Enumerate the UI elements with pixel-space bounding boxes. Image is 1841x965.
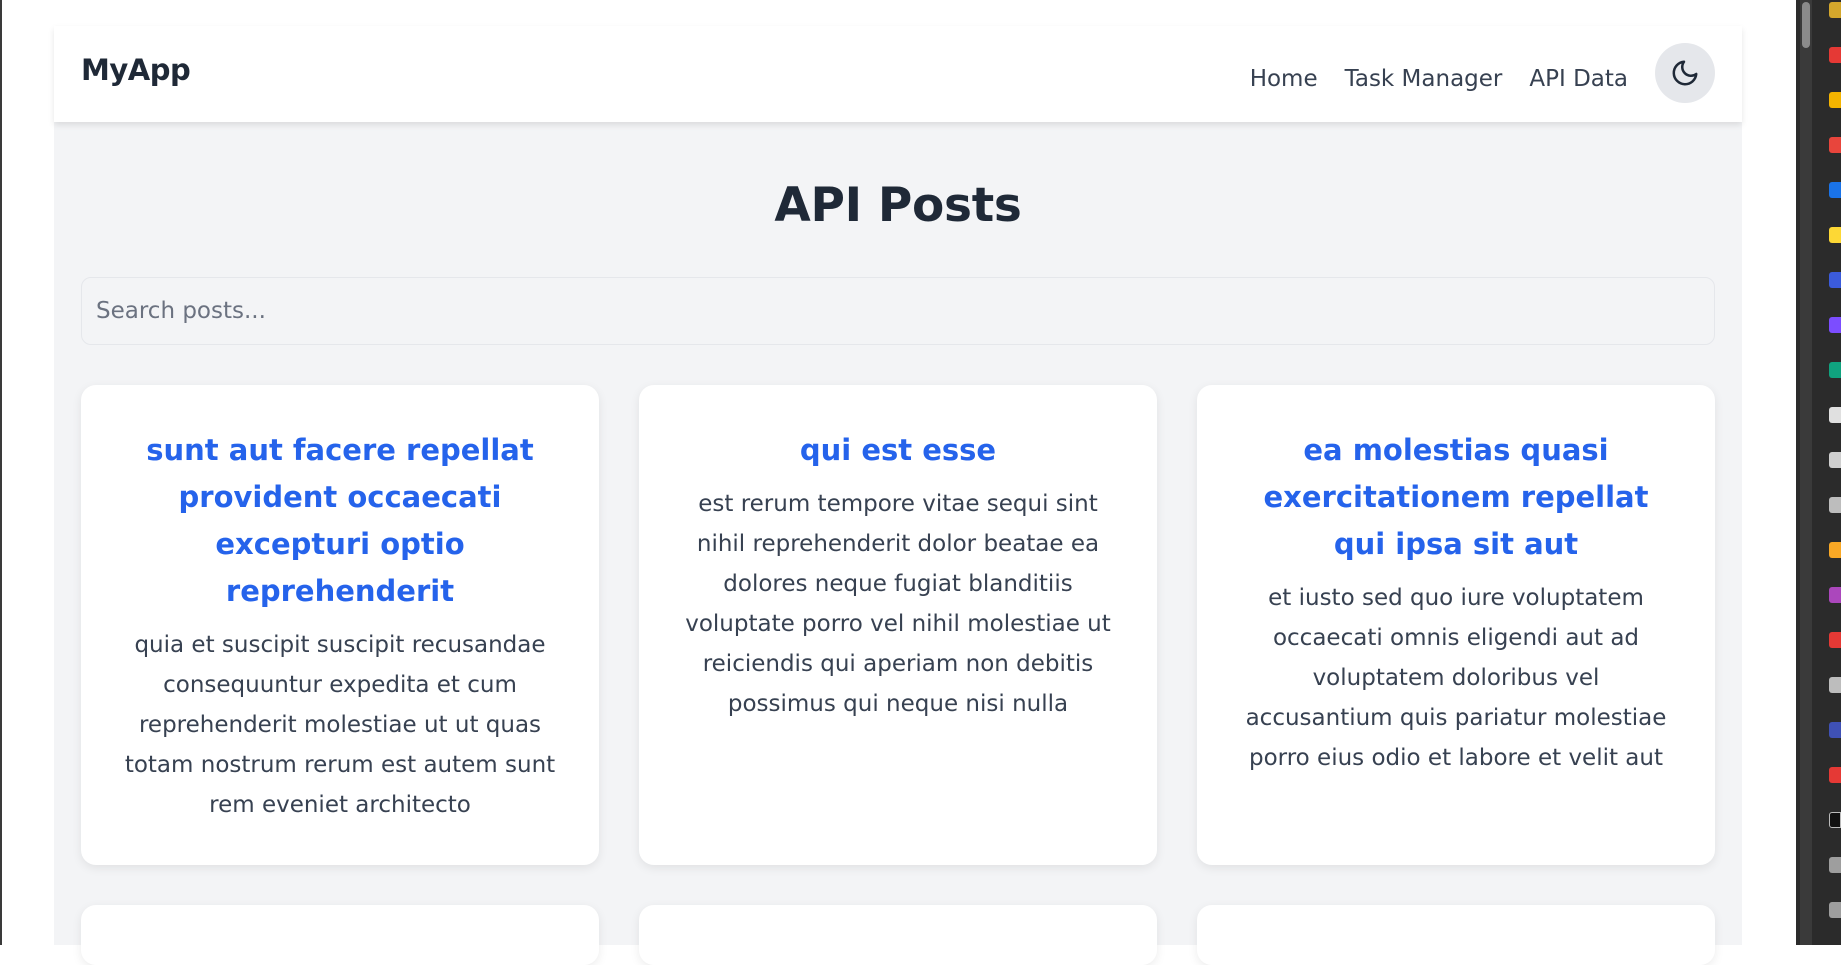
extension-icon[interactable] [1829, 677, 1841, 693]
post-title[interactable]: ea molestias quasi exercitationem repell… [1237, 427, 1675, 568]
scrollbar-track[interactable] [1800, 0, 1812, 945]
extension-icon[interactable] [1829, 317, 1841, 333]
extension-icon[interactable] [1829, 227, 1841, 243]
page-title: API Posts [774, 178, 1022, 233]
extension-icon[interactable] [1829, 92, 1841, 108]
extension-icon[interactable] [1829, 587, 1841, 603]
extension-icon[interactable] [1829, 452, 1841, 468]
post-title[interactable]: qui est esse [679, 427, 1117, 474]
nav-links: Home Task Manager API Data [1250, 66, 1628, 92]
navbar: MyApp Home Task Manager API Data [54, 26, 1742, 122]
theme-toggle-button[interactable] [1655, 43, 1715, 103]
extension-icon[interactable] [1829, 497, 1841, 513]
extension-icon[interactable] [1829, 542, 1841, 558]
extension-icon[interactable] [1829, 137, 1841, 153]
post-card[interactable]: sunt aut facere repellat provident occae… [81, 385, 599, 865]
post-body: et iusto sed quo iure voluptatem occaeca… [1245, 585, 1667, 771]
post-card-partial[interactable] [1197, 905, 1715, 965]
extension-icon[interactable] [1829, 2, 1841, 18]
nav-link-task-manager[interactable]: Task Manager [1345, 66, 1503, 92]
post-card[interactable]: qui est esse est rerum tempore vitae seq… [639, 385, 1157, 865]
extension-icon[interactable] [1829, 182, 1841, 198]
extension-icon[interactable] [1829, 857, 1841, 873]
extension-icon[interactable] [1829, 722, 1841, 738]
extension-icon[interactable] [1829, 632, 1841, 648]
post-body: est rerum tempore vitae sequi sint nihil… [685, 491, 1111, 717]
extension-icon[interactable] [1829, 767, 1841, 783]
post-body: quia et suscipit suscipit recusandae con… [124, 632, 556, 818]
moon-icon [1672, 60, 1698, 86]
window-edge [0, 0, 2, 945]
scrollbar-thumb[interactable] [1802, 2, 1810, 48]
extension-icon[interactable] [1829, 47, 1841, 63]
post-card-partial[interactable] [639, 905, 1157, 965]
extension-icon[interactable] [1829, 362, 1841, 378]
post-card-partial[interactable] [81, 905, 599, 965]
extension-icon[interactable] [1829, 272, 1841, 288]
post-card[interactable]: ea molestias quasi exercitationem repell… [1197, 385, 1715, 865]
post-title[interactable]: sunt aut facere repellat provident occae… [121, 427, 559, 615]
nav-link-home[interactable]: Home [1250, 66, 1318, 92]
extension-icon[interactable] [1829, 902, 1841, 918]
search-input[interactable] [81, 277, 1715, 345]
brand-logo[interactable]: MyApp [81, 53, 191, 87]
extension-icon[interactable] [1829, 407, 1841, 423]
extension-icon[interactable] [1829, 812, 1841, 828]
nav-link-api-data[interactable]: API Data [1529, 66, 1628, 92]
app-root: MyApp Home Task Manager API Data API Pos… [54, 26, 1742, 965]
